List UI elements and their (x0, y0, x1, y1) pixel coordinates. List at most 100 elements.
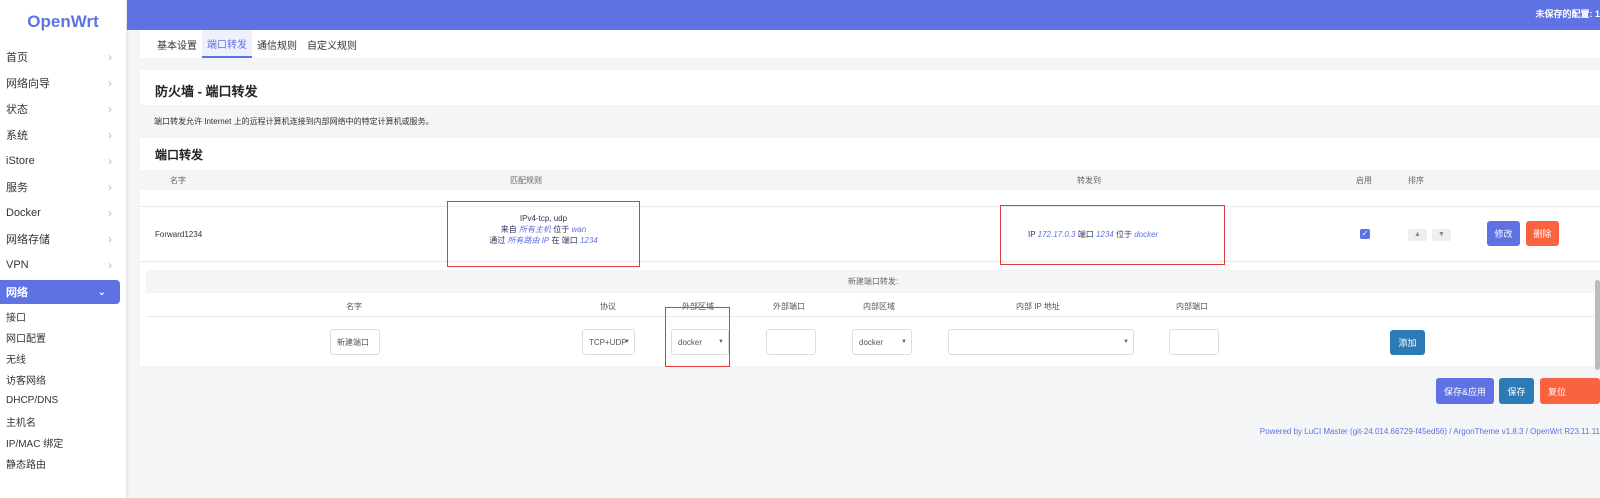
chevron-right-icon: › (108, 76, 112, 90)
match-via: 通过 所有路由 IP 在 端口 1234 (448, 235, 639, 246)
match-from-prefix: 来自 (500, 225, 517, 234)
match-via-mid: 在 端口 (551, 236, 578, 245)
highlight-box (665, 307, 730, 367)
chevron-right-icon: › (108, 154, 112, 168)
new-col-name: 名字 (346, 302, 362, 311)
internal-port-input[interactable] (1169, 329, 1219, 355)
page-title: 防火墙 - 端口转发 (140, 70, 1600, 105)
col-header-enable: 启用 (1356, 176, 1372, 185)
tab-port-forwards[interactable]: 端口转发 (202, 30, 252, 58)
sidebar-item-label: 首页 (6, 52, 28, 64)
section-title: 端口转发 (155, 148, 204, 162)
sidebar-item-label: 服务 (6, 182, 28, 194)
match-via-port: 1234 (579, 236, 598, 245)
sidebar-item-system[interactable]: 系统 › (0, 122, 126, 148)
sidebar-item-label: iStore (6, 155, 35, 167)
new-col-int-zone: 内部区域 (863, 302, 895, 311)
top-bar: 未保存的配置: 1 (127, 0, 1600, 30)
tab-bar: 基本设置 端口转发 通信规则 自定义规则 (140, 30, 1600, 58)
scrollbar[interactable] (1595, 280, 1600, 370)
protocol-select[interactable]: TCP+UDP ▼ (582, 329, 635, 355)
page-description: 端口转发允许 Internet 上的远程计算机连接到内部网络中的特定计算机或服务… (154, 117, 434, 126)
sidebar-item-label: 网络存储 (6, 234, 50, 246)
sidebar-item-network[interactable]: 网络 ⌄ (0, 280, 120, 304)
sidebar-item-wizard[interactable]: 网络向导 › (0, 70, 126, 96)
new-col-ext-port: 外部端口 (773, 302, 805, 311)
sidebar-subitem-interfaces[interactable]: 接口 (0, 306, 126, 327)
fwd-port: 1234 (1095, 230, 1114, 239)
openwrt-logo[interactable]: OpenWrt (0, 0, 126, 44)
sidebar-item-label: 网络向导 (6, 78, 50, 90)
sidebar-item-label: 网络 (6, 287, 28, 299)
sidebar-item-services[interactable]: 服务 › (0, 174, 126, 200)
save-apply-button[interactable]: 保存&应用 (1436, 378, 1494, 404)
match-from-zone: wan (571, 225, 587, 234)
match-from-host: 所有主机 (519, 225, 552, 234)
forward-to-cell: IP 172.17.0.3 端口 1234 位于 docker (1000, 205, 1225, 265)
sidebar-subitem-hostnames[interactable]: 主机名 (0, 411, 126, 432)
table-row: Forward1234 (140, 206, 1600, 262)
port-forward-section: 端口转发 名字 匹配规则 转发到 启用 排序 Forward1234 IPv4-… (140, 138, 1600, 367)
col-header-sort: 排序 (1408, 176, 1424, 185)
sidebar-item-docker[interactable]: Docker › (0, 200, 126, 226)
chevron-right-icon: › (108, 50, 112, 64)
sidebar-item-status[interactable]: 状态 › (0, 96, 126, 122)
match-from-mid: 位于 (553, 225, 570, 234)
tab-general-settings[interactable]: 基本设置 (152, 30, 202, 58)
col-header-match: 匹配规则 (510, 176, 542, 185)
match-via-host: 所有路由 IP (507, 236, 550, 245)
new-forward-title: 新建端口转发: (146, 270, 1600, 293)
caret-down-icon: ▼ (624, 339, 630, 345)
sidebar-item-storage[interactable]: 网络存储 › (0, 226, 126, 252)
internal-zone-value: docker (859, 337, 884, 347)
fwd-ip: 172.17.0.3 (1037, 230, 1076, 239)
move-up-button[interactable]: ▲ (1408, 229, 1427, 241)
unsaved-changes-link[interactable]: 未保存的配置: 1 (1535, 7, 1600, 20)
caret-down-icon: ▼ (1123, 339, 1129, 345)
chevron-right-icon: › (108, 232, 112, 246)
tab-custom-rules[interactable]: 自定义规则 (302, 30, 362, 58)
sidebar-item-label: Docker (6, 207, 41, 219)
col-header-name: 名字 (170, 176, 186, 185)
new-col-int-port: 内部端口 (1176, 302, 1208, 311)
sidebar-item-vpn[interactable]: VPN › (0, 252, 126, 278)
chevron-right-icon: › (108, 258, 112, 272)
internal-ip-select[interactable]: ▼ (948, 329, 1134, 355)
sidebar-subitem-guest-network[interactable]: 访客网络 (0, 369, 126, 390)
enable-checkbox[interactable]: ✓ (1360, 229, 1370, 239)
sidebar-subitem-port-config[interactable]: 网口配置 (0, 327, 126, 348)
fwd-ip-prefix: IP (1028, 230, 1036, 239)
chevron-down-icon: ⌄ (97, 286, 106, 298)
new-forward-header: 名字 协议 外部区域 外部端口 内部区域 内部 IP 地址 内部端口 (146, 293, 1600, 317)
edit-button[interactable]: 修改 (1487, 221, 1520, 246)
match-via-prefix: 通过 (489, 236, 506, 245)
reset-button[interactable]: 复位 (1540, 378, 1600, 404)
new-name-input[interactable]: 新建端口 (330, 329, 380, 355)
chevron-right-icon: › (108, 102, 112, 116)
sidebar-subitem-wireless[interactable]: 无线 (0, 348, 126, 369)
sidebar-item-home[interactable]: 首页 › (0, 44, 126, 70)
footer-credits[interactable]: Powered by LuCI Master (git-24.014.66729… (1260, 427, 1600, 436)
tab-traffic-rules[interactable]: 通信规则 (252, 30, 302, 58)
chevron-right-icon: › (108, 206, 112, 220)
sidebar-item-label: 状态 (6, 104, 28, 116)
add-button[interactable]: 添加 (1390, 330, 1425, 355)
save-button[interactable]: 保存 (1499, 378, 1534, 404)
col-header-forward: 转发到 (1077, 176, 1101, 185)
protocol-select-value: TCP+UDP (589, 337, 627, 347)
match-rule-cell: IPv4-tcp, udp 来自 所有主机 位于 wan 通过 所有路由 IP … (447, 201, 640, 267)
sidebar-item-label: VPN (6, 259, 29, 271)
sidebar-subitem-dhcp-dns[interactable]: DHCP/DNS (0, 390, 126, 411)
fwd-port-prefix: 端口 (1077, 230, 1094, 239)
delete-button[interactable]: 删除 (1526, 221, 1559, 246)
external-port-input[interactable] (766, 329, 816, 355)
sidebar-item-istore[interactable]: iStore › (0, 148, 126, 174)
internal-zone-select[interactable]: docker ▼ (852, 329, 912, 355)
move-down-button[interactable]: ▼ (1432, 229, 1451, 241)
new-col-int-ip: 内部 IP 地址 (1016, 302, 1060, 311)
fwd-zone-prefix: 位于 (1115, 230, 1132, 239)
sidebar-subitem-static-routes[interactable]: 静态路由 (0, 453, 126, 474)
sidebar-subitem-ip-mac-binding[interactable]: IP/MAC 绑定 (0, 432, 126, 453)
match-source: 来自 所有主机 位于 wan (448, 224, 639, 235)
chevron-right-icon: › (108, 128, 112, 142)
